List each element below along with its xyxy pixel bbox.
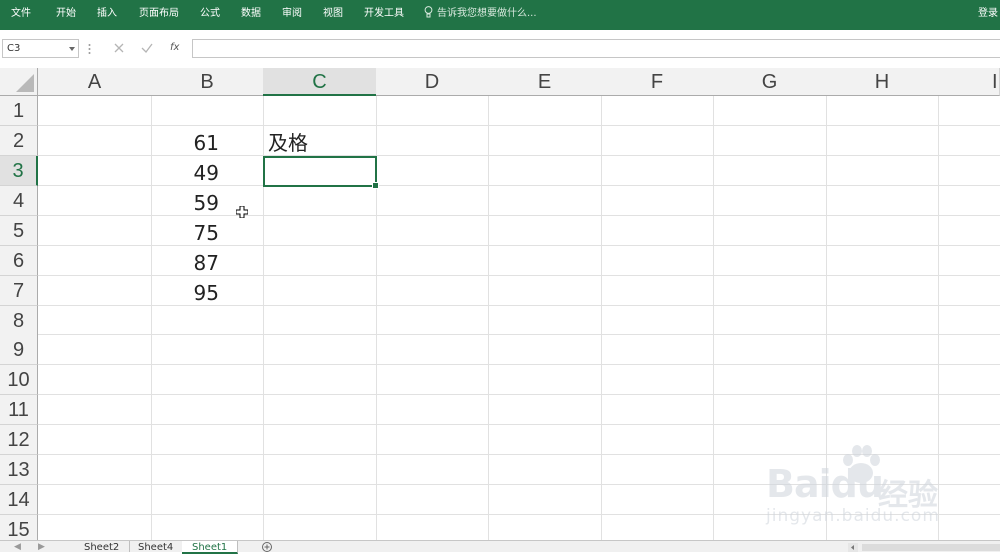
drag-handle-icon[interactable] xyxy=(88,43,91,55)
add-sheet-icon[interactable] xyxy=(261,541,273,552)
select-all-button[interactable] xyxy=(0,68,38,96)
row-header-13[interactable]: 13 xyxy=(0,455,38,485)
tab-data[interactable]: 数据 xyxy=(241,0,261,30)
name-box-value: C3 xyxy=(7,43,21,54)
gridline xyxy=(38,394,1000,395)
watermark-brand: Baidu xyxy=(766,462,884,506)
row-header-6[interactable]: 6 xyxy=(0,246,38,276)
cell-b3[interactable]: 49 xyxy=(119,158,219,188)
formula-bar: C3 fx xyxy=(0,30,1000,69)
column-header-b[interactable]: B xyxy=(151,68,264,96)
insert-function-button[interactable]: fx xyxy=(170,41,184,55)
formula-input[interactable] xyxy=(192,39,1000,58)
row-header-7[interactable]: 7 xyxy=(0,276,38,306)
active-cell-c3[interactable] xyxy=(263,156,379,189)
tab-formulas[interactable]: 公式 xyxy=(200,0,220,30)
watermark-url: jingyan.baidu.com xyxy=(766,506,940,526)
row-header-14[interactable]: 14 xyxy=(0,485,38,515)
row-header-5[interactable]: 5 xyxy=(0,216,38,246)
sheet-tab-bar: ◀ ▶ Sheet2 Sheet4 Sheet1 xyxy=(0,540,1000,554)
row-header-15[interactable]: 15 xyxy=(0,515,38,540)
column-header-i[interactable]: I xyxy=(938,68,1000,96)
cancel-icon[interactable] xyxy=(112,41,126,55)
cell-b6[interactable]: 87 xyxy=(119,248,219,278)
gridline xyxy=(38,424,1000,425)
row-header-9[interactable]: 9 xyxy=(0,335,38,365)
tab-developer[interactable]: 开发工具 xyxy=(364,0,404,30)
row-header-2[interactable]: 2 xyxy=(0,126,38,156)
tab-insert[interactable]: 插入 xyxy=(97,0,117,30)
tab-view[interactable]: 视图 xyxy=(323,0,343,30)
tab-page-layout[interactable]: 页面布局 xyxy=(139,0,179,30)
row-header-11[interactable]: 11 xyxy=(0,395,38,425)
select-all-icon xyxy=(16,74,34,92)
row-header-4[interactable]: 4 xyxy=(0,186,38,216)
sheet-tab-sheet2[interactable]: Sheet2 xyxy=(74,541,131,552)
login-link[interactable]: 登录 xyxy=(978,0,998,30)
column-header-g[interactable]: G xyxy=(713,68,827,96)
tab-review[interactable]: 审阅 xyxy=(282,0,302,30)
gridline xyxy=(38,364,1000,365)
column-header-d[interactable]: D xyxy=(376,68,489,96)
column-header-a[interactable]: A xyxy=(38,68,152,96)
cell-cursor-icon xyxy=(236,206,248,218)
tab-file[interactable]: 文件 xyxy=(11,0,31,30)
check-icon[interactable] xyxy=(140,41,154,55)
row-header-1[interactable]: 1 xyxy=(0,96,38,126)
lightbulb-icon xyxy=(424,6,433,18)
cell-b2[interactable]: 61 xyxy=(119,128,219,158)
ribbon-tab-bar: 文件 开始 插入 页面布局 公式 数据 审阅 视图 开发工具 告诉我您想要做什么… xyxy=(0,0,1000,30)
column-header-e[interactable]: E xyxy=(488,68,602,96)
tell-me-text: 告诉我您想要做什么... xyxy=(437,8,537,19)
row-header-3[interactable]: 3 xyxy=(0,156,38,186)
sheet-tab-sheet4[interactable]: Sheet4 xyxy=(128,541,185,552)
row-header-10[interactable]: 10 xyxy=(0,365,38,395)
tell-me-search[interactable]: 告诉我您想要做什么... xyxy=(424,0,537,30)
name-box[interactable]: C3 xyxy=(2,39,79,58)
sheet-tab-sheet1[interactable]: Sheet1 xyxy=(182,541,239,554)
row-header-8[interactable]: 8 xyxy=(0,306,38,336)
gridline xyxy=(601,96,602,540)
chevron-down-icon[interactable] xyxy=(69,47,75,51)
cell-b7[interactable]: 95 xyxy=(119,278,219,308)
gridline xyxy=(38,125,1000,126)
cell-c2[interactable]: 及格 xyxy=(268,128,308,158)
gridline xyxy=(713,96,714,540)
cell-b4[interactable]: 59 xyxy=(119,188,219,218)
cell-b5[interactable]: 75 xyxy=(119,218,219,248)
column-header-c[interactable]: C xyxy=(263,68,377,96)
baidu-watermark: Baidu 经验 jingyan.baidu.com xyxy=(766,440,996,532)
column-header-f[interactable]: F xyxy=(601,68,714,96)
gridline xyxy=(488,96,489,540)
tab-home[interactable]: 开始 xyxy=(56,0,76,30)
gridline xyxy=(38,334,1000,335)
fill-handle[interactable] xyxy=(372,182,379,189)
column-header-h[interactable]: H xyxy=(826,68,939,96)
row-header-12[interactable]: 12 xyxy=(0,425,38,455)
